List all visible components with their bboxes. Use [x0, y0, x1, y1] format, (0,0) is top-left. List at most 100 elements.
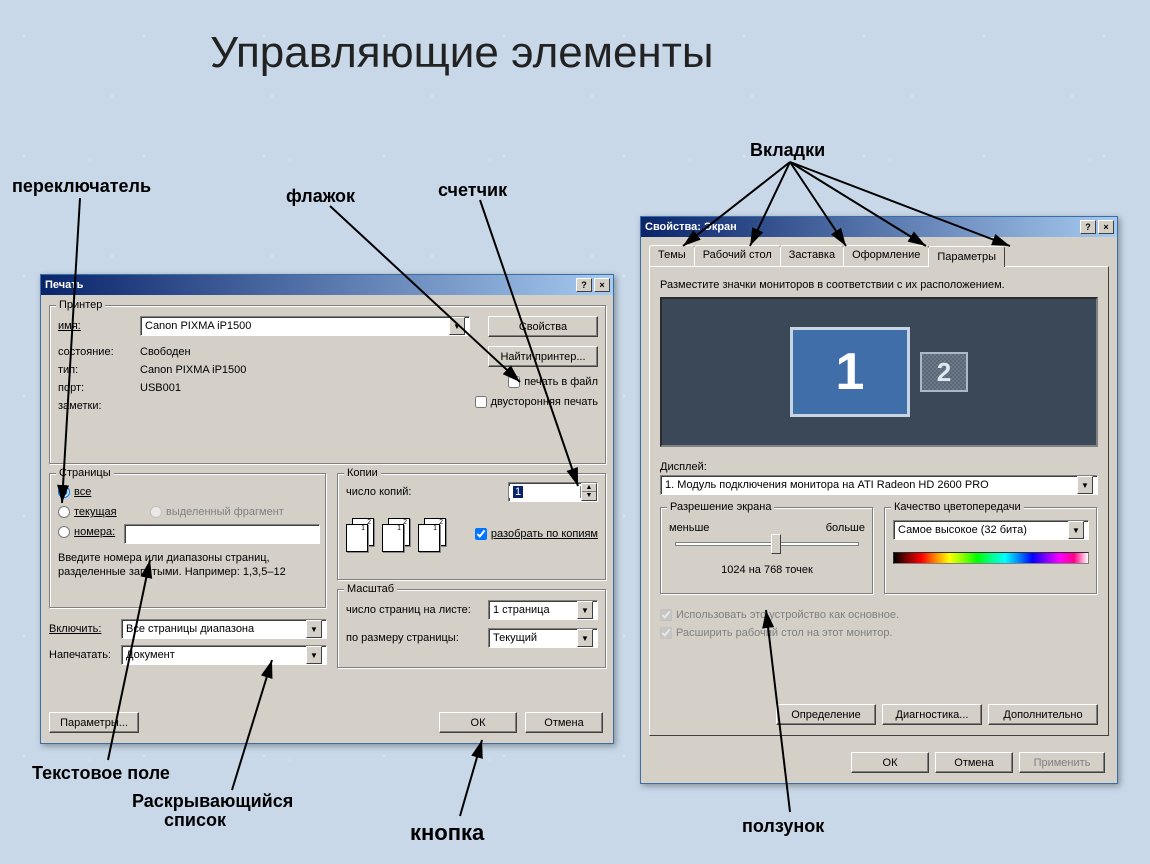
tab-screensaver[interactable]: Заставка [780, 245, 844, 266]
pages-sel-label: выделенный фрагмент [166, 506, 284, 518]
extend-desktop-row: Расширить рабочий стол на этот монитор. [660, 627, 1098, 639]
tabstrip: Темы Рабочий стол Заставка Оформление Па… [649, 245, 1109, 266]
include-combo[interactable]: Все страницы диапазона ▼ [121, 619, 327, 639]
duplex-row[interactable]: двусторонняя печать [475, 396, 598, 408]
help-icon[interactable]: ? [1080, 220, 1096, 234]
find-printer-button[interactable]: Найти принтер... [488, 346, 598, 367]
collate-preview-icon: 21 [382, 514, 414, 554]
copies-spinner[interactable]: 1 ▲▼ [508, 482, 598, 502]
print-to-file-checkbox[interactable] [508, 376, 520, 388]
print-to-file-row[interactable]: печать в файл [508, 376, 598, 388]
res-more: больше [826, 522, 865, 534]
collate-preview-icon: 21 [418, 514, 450, 554]
tab-desktop[interactable]: Рабочий стол [694, 245, 781, 266]
fit-combo[interactable]: Текущий ▼ [488, 628, 598, 648]
res-value: 1024 на 768 точек [661, 564, 873, 576]
identify-button[interactable]: Определение [776, 704, 876, 725]
duplex-label: двусторонняя печать [491, 396, 598, 408]
print-params-button[interactable]: Параметры... [49, 712, 139, 733]
pages-current-label: текущая [74, 506, 117, 518]
chevron-down-icon[interactable]: ▼ [1077, 476, 1093, 494]
ppp-value: 1 страница [493, 604, 577, 616]
annot-list-l2: список [132, 810, 226, 830]
tab-settings[interactable]: Параметры [928, 246, 1005, 267]
collate-preview-icon: 21 [346, 514, 378, 554]
printer-name-combo[interactable]: Canon PIXMA iP1500 ▼ [140, 316, 470, 336]
help-icon[interactable]: ? [576, 278, 592, 292]
annot-radio-label: переключатель [12, 176, 151, 197]
annot-list-label: Раскрывающийся список [132, 792, 293, 830]
print-ok-button[interactable]: ОК [439, 712, 517, 733]
duplex-checkbox[interactable] [475, 396, 487, 408]
print-title: Печать [45, 279, 574, 291]
res-slider-track[interactable] [675, 542, 859, 546]
include-value: Все страницы диапазона [126, 623, 306, 635]
pages-num-row[interactable]: номера: [58, 526, 115, 538]
pages-num-field[interactable] [124, 524, 320, 544]
chevron-down-icon[interactable]: ▼ [577, 601, 593, 619]
annot-list-l1: Раскрывающийся [132, 791, 293, 811]
display-ok-button[interactable]: ОК [851, 752, 929, 773]
ppp-label: число страниц на листе: [346, 604, 471, 616]
display-value: 1. Модуль подключения монитора на ATI Ra… [665, 479, 1077, 491]
monitors-preview[interactable]: 1 2 [660, 297, 1098, 447]
annot-text-label: Текстовое поле [32, 763, 170, 784]
pages-num-radio[interactable] [58, 526, 70, 538]
ppp-combo[interactable]: 1 страница ▼ [488, 600, 598, 620]
collate-label: разобрать по копиям [491, 528, 598, 540]
annot-tabs-label: Вкладки [750, 140, 825, 161]
display-titlebar: Свойства: Экран ? × [641, 217, 1117, 237]
annot-spin-label: счетчик [438, 180, 507, 201]
printer-name-value: Canon PIXMA iP1500 [145, 320, 449, 332]
collate-row[interactable]: разобрать по копиям [475, 528, 598, 540]
chevron-down-icon[interactable]: ▼ [306, 620, 322, 638]
pages-all-row[interactable]: все [58, 486, 91, 498]
pages-all-radio[interactable] [58, 486, 70, 498]
chevron-down-icon[interactable]: ▼ [577, 629, 593, 647]
pages-all-label: все [74, 486, 91, 498]
printwhat-value: Документ [126, 649, 306, 661]
status-value: Свободен [140, 346, 191, 358]
printwhat-label: Напечатать: [49, 649, 111, 661]
close-icon[interactable]: × [1098, 220, 1114, 234]
printer-props-button[interactable]: Свойства [488, 316, 598, 337]
display-combo[interactable]: 1. Модуль подключения монитора на ATI Ra… [660, 475, 1098, 495]
pages-sel-row: выделенный фрагмент [150, 506, 284, 518]
monitor-1-icon[interactable]: 1 [790, 327, 910, 417]
printer-group-legend: Принтер [56, 299, 105, 311]
port-value: USB001 [140, 382, 181, 394]
chevron-down-icon[interactable]: ▼ [1068, 521, 1084, 539]
spin-buttons[interactable]: ▲▼ [581, 483, 597, 501]
printwhat-combo[interactable]: Документ ▼ [121, 645, 327, 665]
pages-sel-radio [150, 506, 162, 518]
tab-appearance[interactable]: Оформление [843, 245, 929, 266]
print-to-file-label: печать в файл [524, 376, 598, 388]
res-group-legend: Разрешение экрана [667, 501, 774, 513]
include-label: Включить: [49, 623, 101, 635]
diagnostics-button[interactable]: Диагностика... [882, 704, 982, 725]
status-label: состояние: [58, 346, 114, 358]
collate-checkbox[interactable] [475, 528, 487, 540]
res-slider-thumb[interactable] [771, 534, 781, 554]
printer-name-label: имя: [58, 320, 134, 332]
copies-value: 1 [513, 486, 523, 498]
display-cancel-button[interactable]: Отмена [935, 752, 1013, 773]
res-less: меньше [669, 522, 709, 534]
display-apply-button[interactable]: Применить [1019, 752, 1105, 773]
monitor-2-icon[interactable]: 2 [920, 352, 968, 392]
pages-current-radio[interactable] [58, 506, 70, 518]
chevron-down-icon[interactable]: ▼ [449, 317, 465, 335]
chevron-down-icon[interactable]: ▼ [306, 646, 322, 664]
pages-current-row[interactable]: текущая [58, 506, 117, 518]
extend-desktop-label: Расширить рабочий стол на этот монитор. [676, 627, 893, 639]
primary-device-checkbox [660, 609, 672, 621]
tab-themes[interactable]: Темы [649, 245, 695, 266]
close-icon[interactable]: × [594, 278, 610, 292]
advanced-button[interactable]: Дополнительно [988, 704, 1098, 725]
print-cancel-button[interactable]: Отмена [525, 712, 603, 733]
display-hint: Разместите значки мониторов в соответств… [660, 279, 1098, 291]
fit-label: по размеру страницы: [346, 632, 459, 644]
quality-combo[interactable]: Самое высокое (32 бита) ▼ [893, 520, 1089, 540]
display-title: Свойства: Экран [645, 221, 1078, 233]
pages-hint: Введите номера или диапазоны страниц, ра… [58, 552, 318, 580]
